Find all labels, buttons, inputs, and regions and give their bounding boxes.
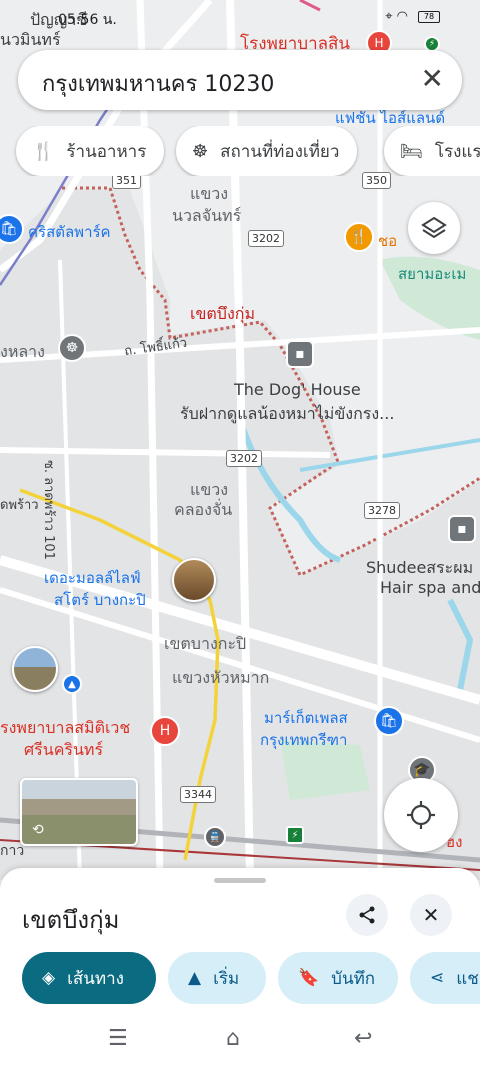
- back-icon[interactable]: ↩: [354, 1026, 372, 1051]
- district-label: เขตบึงกุ่ม: [190, 304, 255, 323]
- mall-photo-pin[interactable]: [172, 558, 216, 602]
- start-button[interactable]: ▲ เริ่ม: [168, 952, 266, 1004]
- map-label: คลองจั่น: [174, 500, 233, 519]
- map-label: Hair spa and: [380, 578, 480, 597]
- status-bar: 05:56 น. ⌖ ◠ 78: [0, 0, 480, 36]
- photo-pin[interactable]: [12, 646, 58, 692]
- temple-pin-icon[interactable]: ☸: [58, 334, 86, 362]
- chip-hotels[interactable]: 🛏 โรงแรม: [384, 126, 480, 176]
- button-label: เริ่ม: [213, 968, 240, 989]
- button-label: เส้นทาง: [67, 968, 124, 989]
- system-nav-bar: ☰ ⌂ ↩: [0, 1012, 480, 1067]
- share-button[interactable]: [346, 894, 388, 936]
- directions-button[interactable]: ◈ เส้นทาง: [22, 952, 156, 1004]
- status-time: 05:56 น.: [58, 12, 117, 28]
- hospital-pin-icon[interactable]: H: [150, 716, 180, 746]
- button-label: บันทึก: [331, 968, 376, 989]
- chip-label: โรงแรม: [434, 141, 480, 162]
- street-view-360-icon: ⟲: [32, 822, 44, 838]
- directions-icon: ◈: [42, 968, 56, 988]
- ferris-wheel-icon: ☸: [192, 140, 209, 162]
- map-label: ชอ: [378, 232, 398, 250]
- map-label: เดอะมอลล์ไลฟ์: [44, 569, 141, 587]
- shopping-pin-icon[interactable]: 🛍: [374, 706, 404, 736]
- category-chips: 🍴 ร้านอาหาร ☸ สถานที่ท่องเที่ยว 🛏 โรงแรม: [0, 126, 480, 176]
- close-icon: ✕: [422, 903, 440, 927]
- route-shield: 3202: [248, 230, 284, 247]
- crosshair-icon: [407, 801, 435, 829]
- road-label: ดพร้าว: [0, 498, 39, 513]
- route-shield: 3344: [180, 786, 216, 803]
- map-label: แขวงหัวหมาก: [172, 668, 270, 687]
- route-shield: 3278: [364, 502, 400, 519]
- search-bar[interactable]: กรุงเทพมหานคร 10230 ✕: [18, 50, 462, 110]
- map-label: กรุงเทพกรีฑา: [260, 731, 348, 749]
- clear-search-button[interactable]: ✕: [421, 62, 444, 95]
- share-icon: [359, 906, 375, 924]
- train-station-icon[interactable]: 🚆: [204, 826, 226, 848]
- bed-icon: 🛏: [400, 140, 423, 162]
- navigation-arrow-icon: ▲: [188, 968, 202, 988]
- bookmark-icon: 🔖: [298, 968, 320, 988]
- street-view-thumbnail[interactable]: ⟲: [20, 778, 138, 846]
- home-icon[interactable]: ⌂: [226, 1026, 240, 1051]
- map-label: สโตร์ บางกะปิ: [54, 591, 146, 609]
- chip-restaurants[interactable]: 🍴 ร้านอาหาร: [16, 126, 165, 176]
- layers-button[interactable]: [408, 202, 460, 254]
- layers-icon: [421, 216, 447, 239]
- info-pin-icon[interactable]: ▲: [62, 674, 82, 694]
- map-label: สยามอะเม: [398, 265, 467, 283]
- map-label: นวลจันทร์: [172, 206, 242, 225]
- place-title: The Dog' House: [234, 380, 361, 399]
- route-shield: 3202: [226, 450, 262, 467]
- share-icon: ⋖: [430, 968, 445, 988]
- district-label: เขตบางกะปิ: [164, 634, 247, 653]
- chip-label: ร้านอาหาร: [66, 141, 147, 162]
- place-title: เขตบึงกุ่ม: [22, 906, 120, 934]
- map-label: มาร์เก็ตเพลส: [264, 709, 348, 727]
- drag-handle[interactable]: [214, 878, 266, 883]
- chip-label: สถานที่ท่องเที่ยว: [220, 141, 340, 162]
- fork-knife-icon: 🍴: [32, 140, 55, 162]
- action-buttons: ◈ เส้นทาง ▲ เริ่ม 🔖 บันทึก ⋖ แช: [0, 952, 480, 1004]
- button-label: แช: [456, 968, 479, 989]
- transit-pin-icon[interactable]: ⚡: [286, 826, 304, 844]
- road-label: ซ. ลาดพร้าว 101: [41, 460, 56, 560]
- restaurant-pin-icon[interactable]: 🍴: [344, 222, 374, 252]
- place-subtitle: รับฝากดูแลน้องหมาไม่ขังกรง...: [180, 404, 395, 423]
- map-label: งหลาง: [0, 342, 45, 361]
- my-location-button[interactable]: [384, 778, 458, 852]
- save-button[interactable]: 🔖 บันทึก: [278, 952, 398, 1004]
- place-pin-icon[interactable]: ▪: [286, 340, 314, 368]
- chip-attractions[interactable]: ☸ สถานที่ท่องเที่ยว: [176, 126, 358, 176]
- status-icons: ⌖ ◠: [385, 9, 408, 24]
- map-label: ศรีนครินทร์: [24, 740, 104, 759]
- menu-icon[interactable]: ☰: [108, 1026, 128, 1051]
- place-pin-icon[interactable]: ▪: [448, 515, 476, 543]
- close-button[interactable]: ✕: [410, 894, 452, 936]
- share-action-button[interactable]: ⋖ แช: [410, 952, 480, 1004]
- search-query[interactable]: กรุงเทพมหานคร 10230: [42, 66, 274, 101]
- map-label: คริสตัลพาร์ค: [28, 223, 111, 241]
- battery-icon: 78: [418, 11, 440, 23]
